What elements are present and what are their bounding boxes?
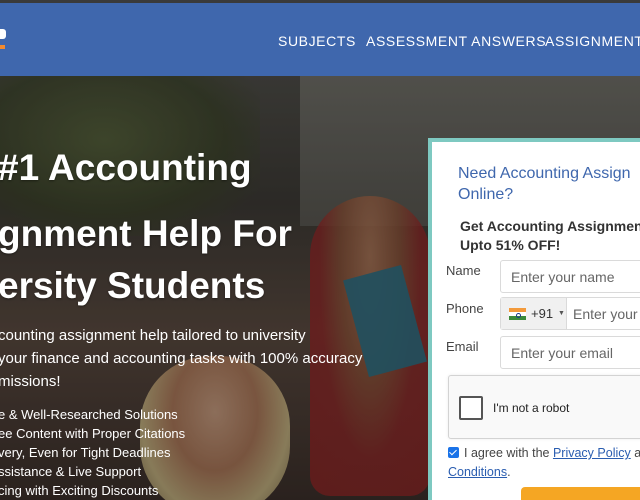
india-flag-icon bbox=[509, 308, 526, 320]
country-code-select[interactable]: +91 ▼ bbox=[501, 298, 567, 329]
dial-code: +91 bbox=[531, 306, 554, 321]
hero-description-line: your finance and accounting tasks with 1… bbox=[0, 350, 363, 367]
feature-item: very, Even for Tight Deadlines bbox=[0, 445, 171, 460]
agree-and-text: ar bbox=[634, 446, 640, 460]
recaptcha-label: I'm not a robot bbox=[493, 401, 570, 415]
hero-description-line: missions! bbox=[0, 373, 61, 390]
phone-input[interactable] bbox=[569, 298, 640, 329]
phone-label: Phone bbox=[446, 301, 484, 316]
navbar: SUBJECTS ASSESSMENT ANSWERS ASSIGNMENT F bbox=[0, 3, 640, 76]
conditions-link[interactable]: Conditions bbox=[448, 465, 507, 479]
recaptcha-checkbox[interactable] bbox=[459, 396, 483, 420]
form-offer: Get Accounting Assignmen Upto 51% OFF! bbox=[460, 218, 640, 253]
hero-title-line-3: ersity Students bbox=[0, 265, 266, 306]
privacy-policy-link[interactable]: Privacy Policy bbox=[553, 446, 631, 460]
logo[interactable] bbox=[0, 29, 8, 55]
email-label: Email bbox=[446, 339, 479, 354]
nav-subjects[interactable]: SUBJECTS bbox=[278, 33, 356, 49]
feature-item: ee Content with Proper Citations bbox=[0, 426, 186, 441]
nav-assignment[interactable]: ASSIGNMENT F bbox=[545, 33, 640, 49]
hero-title-line-1: #1 Accounting bbox=[0, 147, 252, 188]
nav-assessment-answers[interactable]: ASSESSMENT ANSWERS bbox=[366, 33, 546, 49]
name-input[interactable] bbox=[500, 260, 640, 293]
feature-item: cing with Exciting Discounts bbox=[0, 483, 159, 498]
form-title: Need Accounting Assign Online? bbox=[458, 165, 631, 203]
submit-button[interactable] bbox=[521, 487, 640, 500]
agree-text: I agree with the bbox=[464, 446, 550, 460]
chevron-down-icon: ▼ bbox=[558, 310, 565, 317]
recaptcha-widget: I'm not a robot bbox=[448, 375, 640, 439]
enquiry-form-card: Need Accounting Assign Online? Get Accou… bbox=[428, 138, 640, 500]
agree-checkbox[interactable] bbox=[448, 447, 459, 458]
email-input[interactable] bbox=[500, 336, 640, 369]
phone-field: +91 ▼ bbox=[500, 297, 640, 330]
hero-description-line: counting assignment help tailored to uni… bbox=[0, 327, 306, 344]
name-label: Name bbox=[446, 263, 481, 278]
agree-terms: I agree with the Privacy Policy ar Condi… bbox=[448, 444, 640, 482]
feature-item: ssistance & Live Support bbox=[0, 464, 142, 479]
feature-item: e & Well-Researched Solutions bbox=[0, 407, 178, 422]
hero-title-line-2: gnment Help For bbox=[0, 213, 292, 254]
